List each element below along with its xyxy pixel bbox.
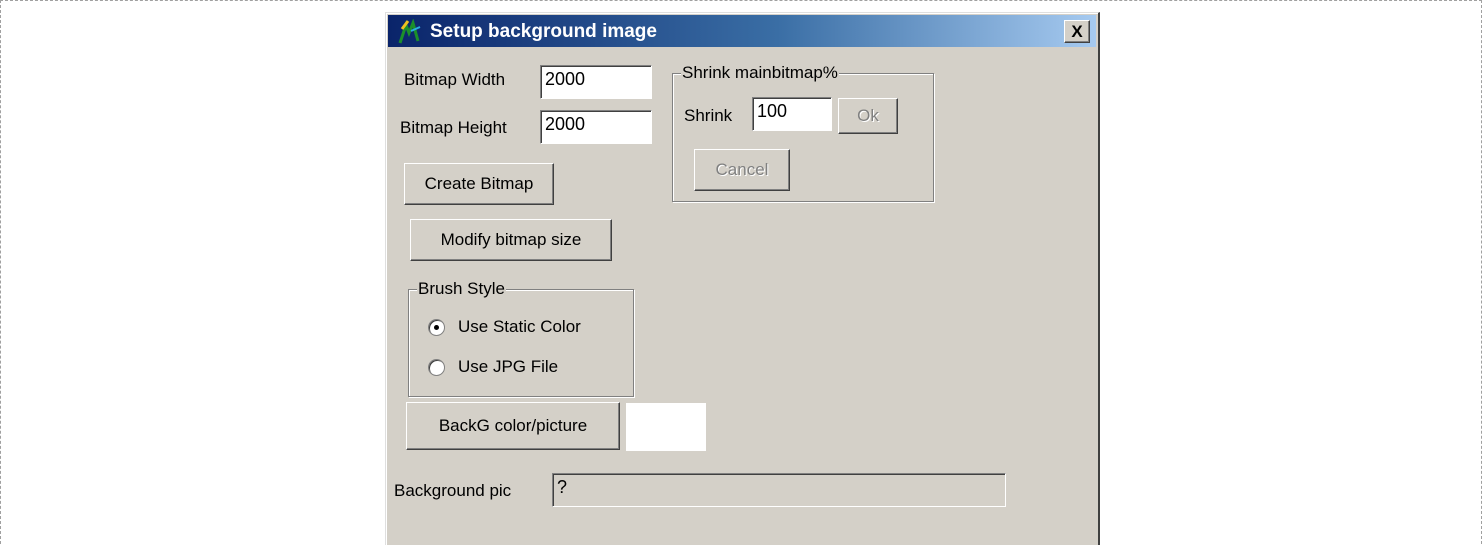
brush-style-groupbox: Brush Style [408, 279, 634, 397]
brush-style-group-label: Brush Style [417, 279, 506, 299]
shrink-group-label: Shrink mainbitmap% [681, 63, 839, 83]
title-bar[interactable]: Setup background image X [388, 15, 1096, 47]
dialog-title: Setup background image [430, 21, 657, 42]
bitmap-height-input[interactable]: 2000 [540, 110, 652, 144]
backg-color-picture-button[interactable]: BackG color/picture [406, 402, 620, 450]
radio-selected-dot [434, 325, 439, 330]
bitmap-height-label: Bitmap Height [400, 118, 507, 137]
ok-button[interactable]: Ok [838, 98, 898, 134]
use-jpg-file-radio[interactable] [428, 359, 445, 376]
modify-bitmap-size-button[interactable]: Modify bitmap size [410, 219, 612, 261]
background-pic-label: Background pic [394, 481, 512, 500]
create-bitmap-button[interactable]: Create Bitmap [404, 163, 554, 205]
shrink-input[interactable]: 100 [752, 97, 832, 131]
use-static-color-label[interactable]: Use Static Color [458, 317, 581, 337]
close-button[interactable]: X [1064, 20, 1090, 43]
use-jpg-file-label[interactable]: Use JPG File [458, 357, 558, 377]
cancel-button[interactable]: Cancel [694, 149, 790, 191]
background-color-swatch[interactable] [626, 403, 706, 451]
shrink-label: Shrink [684, 106, 733, 125]
use-static-color-radio[interactable] [428, 319, 445, 336]
background-pic-field[interactable]: ? [552, 473, 1006, 507]
setup-background-dialog: Setup background image X Bitmap Width 20… [385, 12, 1100, 545]
bitmap-width-input[interactable]: 2000 [540, 65, 652, 99]
app-icon [398, 19, 421, 44]
bitmap-width-label: Bitmap Width [404, 70, 506, 89]
